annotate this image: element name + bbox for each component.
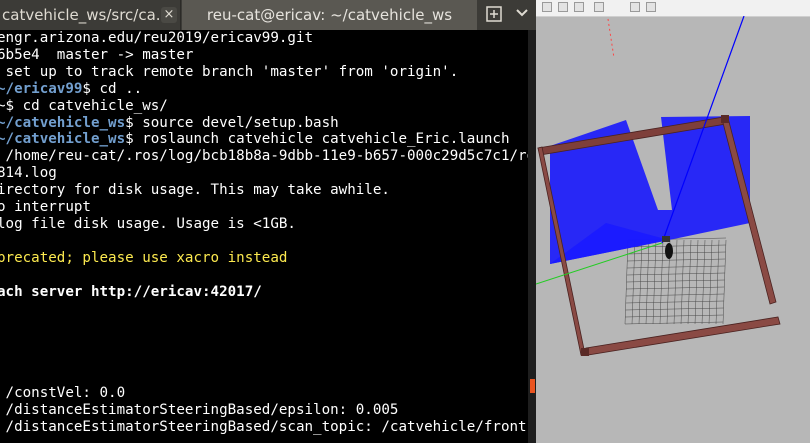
terminal-line: /distanceEstimatorSteeringBased/epsilon:… bbox=[0, 401, 399, 418]
undo-icon[interactable] bbox=[594, 2, 604, 12]
terminal-line: ~/catvehicle_ws$ roslaunch catvehicle ca… bbox=[0, 131, 510, 148]
terminal-line: ach server http://ericav:42017/ bbox=[0, 283, 262, 300]
scale-icon[interactable] bbox=[574, 2, 584, 12]
prompt-command: ~$ cd catvehicle_ws/ bbox=[0, 97, 168, 114]
grid-line bbox=[680, 239, 685, 325]
gazebo-scene[interactable] bbox=[536, 16, 810, 443]
terminal-line: /constVel: 0.0 bbox=[0, 384, 126, 401]
terminal-line: precated; please use xacro instead bbox=[0, 249, 288, 266]
terminal-line: /home/reu-cat/.ros/log/bcb18b8a-9dbb-11e… bbox=[0, 148, 528, 165]
terminal-line: log file disk usage. Usage is <1GB. bbox=[0, 215, 296, 232]
tab-label: reu-cat@ericav: ~/catvehicle_ws bbox=[206, 6, 453, 24]
prompt-path: ~/catvehicle_ws bbox=[0, 114, 126, 131]
terminal-window[interactable]: catvehicle_ws/src/ca... × reu-cat@ericav… bbox=[0, 0, 536, 443]
prompt-path: ~/catvehicle_ws bbox=[0, 131, 126, 148]
prompt-path: ~/ericav99 bbox=[0, 80, 83, 97]
terminal-scrollbar[interactable] bbox=[528, 30, 536, 443]
scrollbar-thumb[interactable] bbox=[530, 379, 535, 393]
translate-icon[interactable] bbox=[542, 2, 552, 12]
prompt-command: $ roslaunch catvehicle catvehicle_Eric.l… bbox=[125, 131, 510, 148]
ground-grid bbox=[624, 237, 727, 325]
terminal-line: engr.arizona.edu/reu2019/ericav99.git bbox=[0, 30, 314, 46]
terminal-line: ~/catvehicle_ws$ source devel/setup.bash bbox=[0, 115, 339, 132]
terminal-line: set up to track remote branch 'master' f… bbox=[0, 63, 459, 80]
tab-catvehicle-src[interactable]: catvehicle_ws/src/ca... × bbox=[0, 0, 181, 30]
terminal-line: ~/ericav99$ cd .. bbox=[0, 81, 142, 98]
laser-scan bbox=[550, 116, 750, 264]
paste-icon[interactable] bbox=[646, 2, 656, 12]
grid-line bbox=[652, 239, 657, 325]
grid-line bbox=[673, 239, 678, 325]
grid-line bbox=[722, 239, 727, 325]
plus-icon[interactable] bbox=[483, 5, 505, 25]
terminal-output[interactable]: engr.arizona.edu/reu2019/ericav99.git 6b5… bbox=[0, 30, 528, 443]
x-axis bbox=[607, 18, 615, 59]
terminal-line: /distanceEstimatorSteeringBased/scan_top… bbox=[0, 418, 528, 435]
prompt-command: $ cd .. bbox=[82, 80, 143, 97]
grid-line bbox=[715, 239, 720, 325]
chevron-down-icon[interactable] bbox=[512, 5, 532, 25]
grid-line bbox=[708, 239, 713, 325]
terminal-line: 6b5e4 master -> master bbox=[0, 46, 194, 63]
prompt-command: $ source devel/setup.bash bbox=[125, 114, 339, 131]
terminal-line: ~$ cd catvehicle_ws/ bbox=[0, 98, 168, 115]
terminal-tab-bar: catvehicle_ws/src/ca... × reu-cat@ericav… bbox=[0, 0, 536, 30]
terminal-line: o interrupt bbox=[0, 199, 91, 215]
terminal-line: irectory for disk usage. This may take a… bbox=[0, 182, 390, 199]
close-icon[interactable]: × bbox=[161, 7, 177, 23]
copy-icon[interactable] bbox=[630, 2, 640, 12]
grid-line bbox=[659, 239, 664, 325]
grid-line bbox=[645, 239, 650, 325]
rotate-icon[interactable] bbox=[558, 2, 568, 12]
terminal-line: 814.log bbox=[0, 165, 57, 182]
gazebo-toolbar bbox=[536, 0, 810, 17]
tab-reu-cat-active[interactable]: reu-cat@ericav: ~/catvehicle_ws bbox=[182, 0, 477, 30]
tab-label: catvehicle_ws/src/ca... bbox=[2, 6, 171, 24]
grid-line bbox=[638, 239, 643, 325]
gazebo-viewport[interactable] bbox=[536, 0, 810, 443]
